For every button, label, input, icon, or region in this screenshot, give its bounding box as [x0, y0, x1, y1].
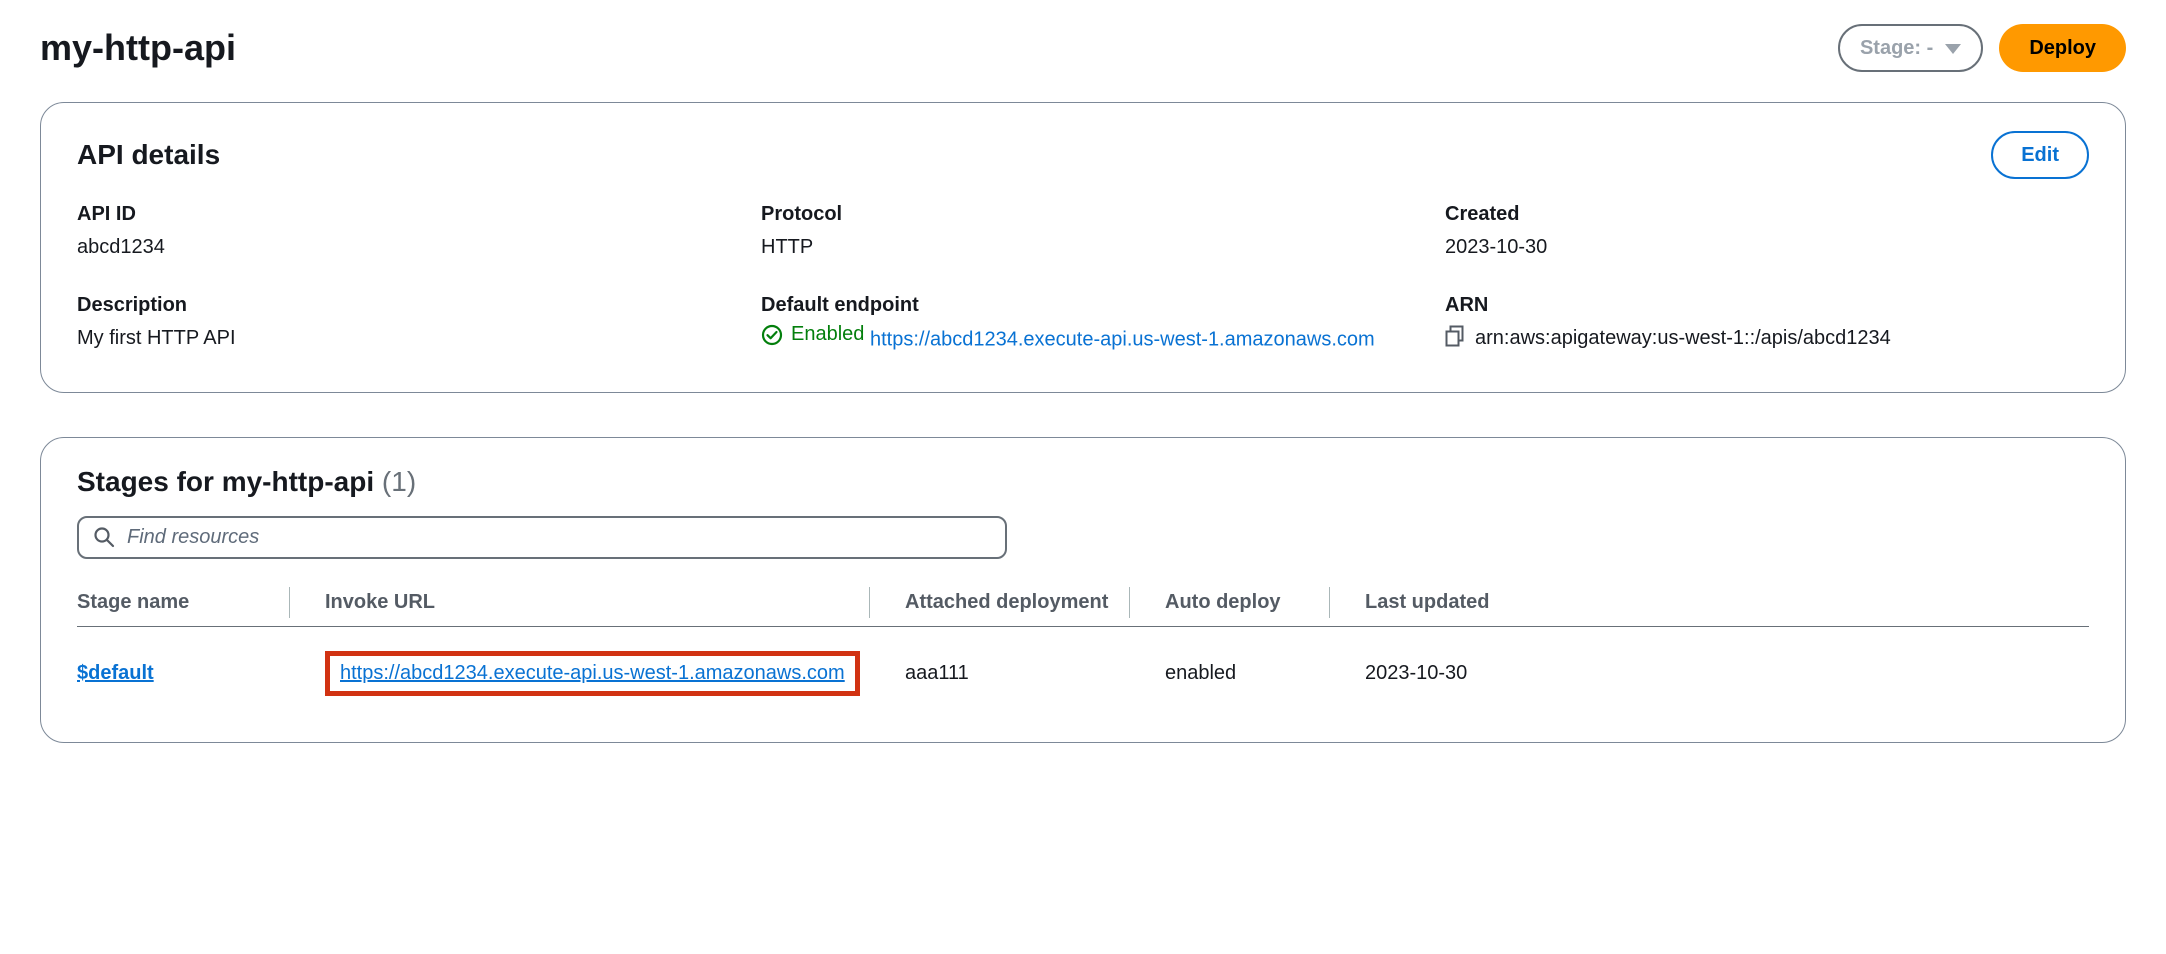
stages-panel: Stages for my-http-api (1) Stage name In…	[40, 437, 2126, 743]
search-icon	[93, 526, 115, 548]
field-arn: ARN arn:aws:apigateway:us-west-1::/apis/…	[1445, 294, 2089, 356]
edit-button[interactable]: Edit	[1991, 131, 2089, 179]
api-id-value: abcd1234	[77, 232, 721, 262]
stage-selector-button[interactable]: Stage: -	[1838, 24, 1983, 72]
attached-deployment-value: aaa111	[887, 626, 1147, 706]
api-details-header: API details Edit	[77, 131, 2089, 179]
copy-icon[interactable]	[1445, 325, 1465, 347]
created-value: 2023-10-30	[1445, 232, 2089, 262]
stage-selector-label: Stage: -	[1860, 34, 1933, 62]
stages-title-text: Stages for my-http-api	[77, 466, 382, 497]
invoke-url-highlight: https://abcd1234.execute-api.us-west-1.a…	[325, 651, 860, 696]
col-attached-deployment[interactable]: Attached deployment	[887, 579, 1147, 627]
endpoint-status: Enabled	[761, 323, 864, 346]
endpoint-label: Default endpoint	[761, 294, 1405, 317]
api-details-title: API details	[77, 139, 220, 171]
last-updated-value: 2023-10-30	[1347, 626, 2089, 706]
col-auto-deploy[interactable]: Auto deploy	[1147, 579, 1347, 627]
arn-label: ARN	[1445, 294, 2089, 317]
details-grid: API ID abcd1234 Protocol HTTP Created 20…	[77, 203, 2089, 356]
field-default-endpoint: Default endpoint Enabled https://abcd123…	[761, 294, 1405, 356]
description-label: Description	[77, 294, 721, 317]
field-description: Description My first HTTP API	[77, 294, 721, 356]
col-last-updated[interactable]: Last updated	[1347, 579, 2089, 627]
endpoint-status-text: Enabled	[791, 323, 864, 346]
arn-value: arn:aws:apigateway:us-west-1::/apis/abcd…	[1475, 323, 1891, 353]
description-value: My first HTTP API	[77, 323, 721, 353]
endpoint-url-link[interactable]: https://abcd1234.execute-api.us-west-1.a…	[870, 329, 1375, 351]
stages-count: (1)	[382, 466, 416, 497]
created-label: Created	[1445, 203, 2089, 226]
caret-down-icon	[1945, 42, 1961, 54]
page-header: my-http-api Stage: - Deploy	[40, 0, 2126, 102]
invoke-url-link[interactable]: https://abcd1234.execute-api.us-west-1.a…	[340, 662, 845, 684]
protocol-label: Protocol	[761, 203, 1405, 226]
check-circle-icon	[761, 324, 783, 346]
page-title: my-http-api	[40, 27, 236, 69]
protocol-value: HTTP	[761, 232, 1405, 262]
search-input[interactable]	[127, 526, 991, 549]
search-box[interactable]	[77, 516, 1007, 559]
field-created: Created 2023-10-30	[1445, 203, 2089, 262]
deploy-button[interactable]: Deploy	[1999, 24, 2126, 72]
api-details-panel: API details Edit API ID abcd1234 Protoco…	[40, 102, 2126, 393]
stage-name-link[interactable]: $default	[77, 662, 154, 684]
table-row: $default https://abcd1234.execute-api.us…	[77, 626, 2089, 706]
stages-title: Stages for my-http-api (1)	[77, 466, 2089, 498]
field-protocol: Protocol HTTP	[761, 203, 1405, 262]
header-actions: Stage: - Deploy	[1838, 24, 2126, 72]
field-api-id: API ID abcd1234	[77, 203, 721, 262]
stages-table: Stage name Invoke URL Attached deploymen…	[77, 579, 2089, 706]
col-stage-name[interactable]: Stage name	[77, 579, 307, 627]
col-invoke-url[interactable]: Invoke URL	[307, 579, 887, 627]
api-id-label: API ID	[77, 203, 721, 226]
auto-deploy-value: enabled	[1147, 626, 1347, 706]
